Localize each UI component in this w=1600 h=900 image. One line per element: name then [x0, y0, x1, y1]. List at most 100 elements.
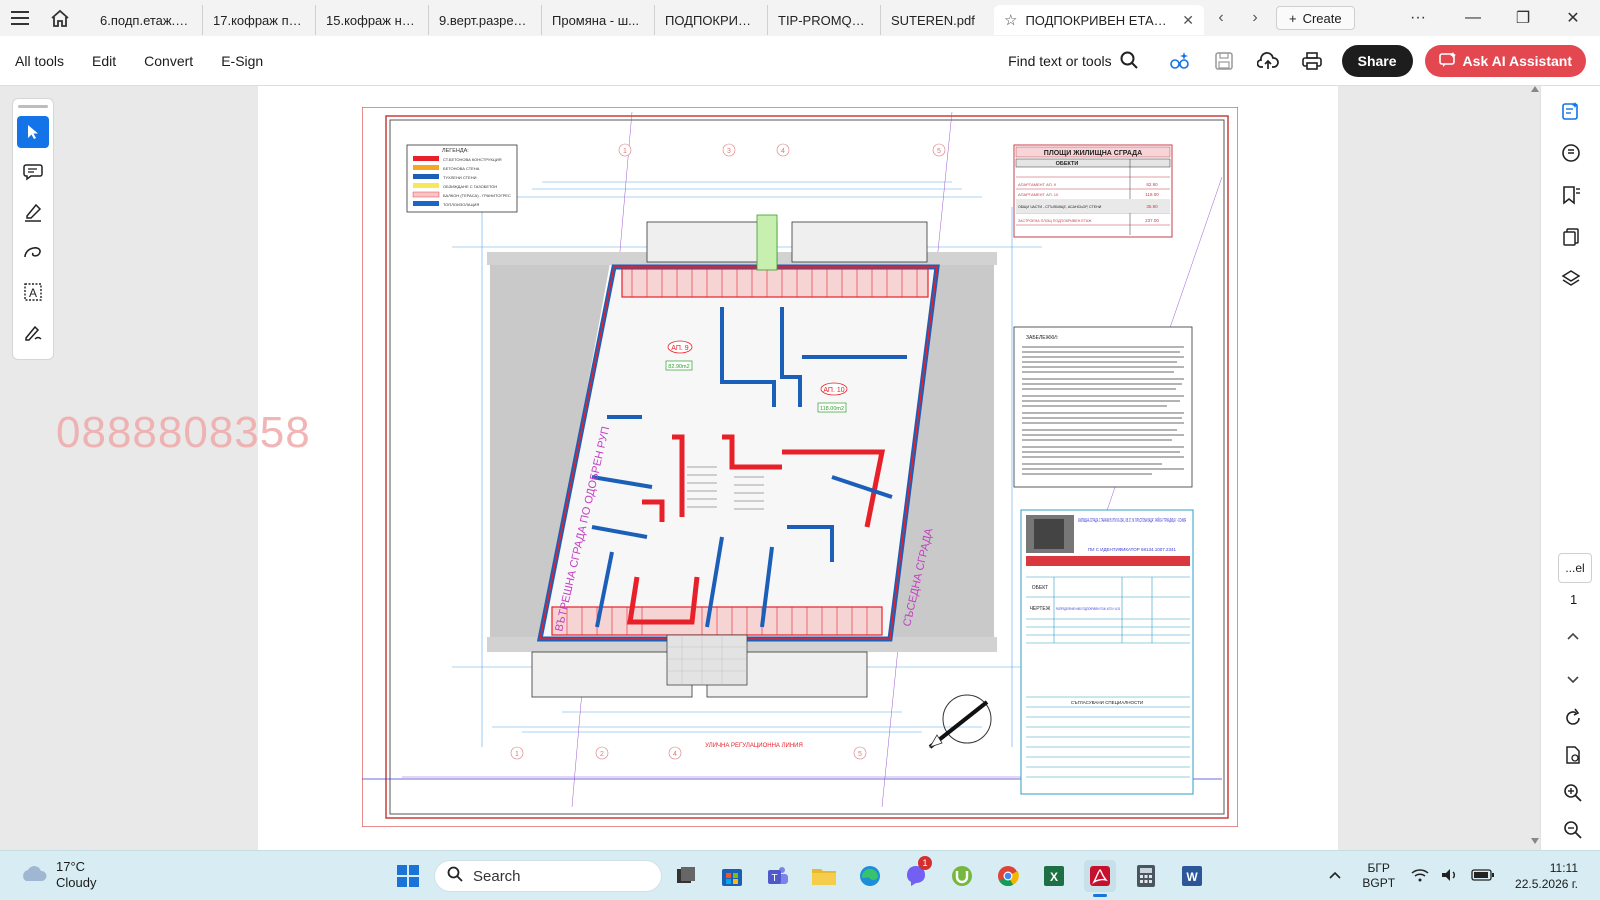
legend-item: БАЛКОН (ТЕРАСА) - ГРАНИТОГРЕС — [443, 193, 511, 198]
document-tab[interactable]: 9.верт.разрез ... — [429, 5, 542, 35]
page-settings-icon[interactable] — [1563, 745, 1583, 770]
ai-sparkle-icon[interactable] — [1158, 51, 1202, 71]
system-clock[interactable]: 11:11 22.5.2026 г. — [1515, 860, 1578, 892]
menu-all-tools[interactable]: All tools — [1, 53, 78, 69]
clock-date: 22.5.2026 г. — [1515, 877, 1578, 891]
document-tab[interactable]: Промяна - ш... — [542, 5, 655, 35]
find-tools-button[interactable]: Find text or tools — [1008, 51, 1138, 72]
text-box-tool-icon[interactable]: A — [17, 276, 49, 308]
teams-icon[interactable]: T — [762, 860, 794, 892]
vertical-scrollbar[interactable] — [1530, 86, 1540, 850]
previous-page-icon[interactable] — [1566, 628, 1580, 646]
document-tab[interactable]: SUTEREN.pdf — [881, 5, 994, 35]
file-explorer-icon[interactable] — [808, 860, 840, 892]
wifi-icon[interactable] — [1411, 868, 1429, 885]
upload-cloud-icon[interactable] — [1246, 52, 1290, 70]
menu-icon[interactable] — [0, 0, 40, 36]
ask-ai-assistant-button[interactable]: Ask AI Assistant — [1424, 45, 1586, 77]
legend-box: ЛЕГЕНДА: СТ.БЕТОНОВА КОНСТРУКЦИЯ БЕТОНОВ… — [406, 144, 518, 213]
draw-tool-icon[interactable] — [17, 236, 49, 268]
create-label: Create — [1302, 10, 1342, 26]
close-window-icon[interactable]: ✕ — [1548, 0, 1598, 36]
battery-icon[interactable] — [1471, 868, 1495, 884]
acrobat-icon[interactable] — [1084, 860, 1116, 897]
menu-edit[interactable]: Edit — [78, 53, 130, 69]
panel-grip[interactable] — [18, 105, 48, 108]
document-tab[interactable]: 6.подп.етаж.р... — [90, 5, 203, 35]
zoom-in-icon[interactable] — [1563, 783, 1583, 808]
chrome-icon[interactable] — [992, 860, 1024, 892]
system-tray: БГР BGPT 11:11 22.5.2026 г. — [1328, 851, 1600, 900]
floor-plan-drawing: АП. 9 82.90m2 АП. 10 118.00m2 ВЪТРЕШНА С… — [361, 106, 1239, 828]
star-icon[interactable]: ☆ — [1004, 11, 1017, 29]
edge-browser-icon[interactable] — [854, 860, 886, 892]
tab-scroll-right-icon[interactable]: › — [1238, 9, 1272, 27]
weather-description: Cloudy — [56, 875, 97, 890]
svg-text:W: W — [1186, 870, 1198, 884]
area-row-value: 118.00 — [1145, 192, 1159, 197]
menu-convert[interactable]: Convert — [130, 53, 207, 69]
area-row-label: АПАРТАМЕНТ АП. 9 — [1018, 182, 1057, 187]
tab-scroll-left-icon[interactable]: ‹ — [1204, 9, 1238, 27]
tab-label: SUTEREN.pdf — [891, 12, 975, 28]
windows-taskbar: 17°C Cloudy Search T 1 X W БГР BGPT 11:1… — [0, 850, 1600, 900]
cloud-icon — [18, 863, 48, 887]
maximize-icon[interactable]: ❐ — [1498, 0, 1548, 36]
notes-box: ЗАБЕЛЕЖКИ: — [1013, 326, 1193, 488]
task-view-icon[interactable] — [670, 860, 702, 892]
menu-esign[interactable]: E-Sign — [207, 53, 277, 69]
legend-swatch — [413, 165, 439, 170]
volume-icon[interactable] — [1441, 868, 1459, 885]
legend-swatch — [413, 201, 439, 206]
language-indicator[interactable]: БГР BGPT — [1362, 861, 1395, 891]
home-icon[interactable] — [40, 0, 80, 36]
bookmarks-icon[interactable] — [1541, 174, 1600, 216]
sign-tool-icon[interactable] — [17, 316, 49, 348]
active-document-tab[interactable]: ☆ ПОДПОКРИВЕН ЕТАЖ -... ✕ — [994, 5, 1204, 35]
comments-panel-icon[interactable] — [1541, 132, 1600, 174]
area-row-label: ЗАСТРОЕНА ПЛОЩ ПОДПОКРИВЕН ЕТАЖ — [1018, 219, 1092, 223]
next-page-icon[interactable] — [1566, 672, 1580, 690]
document-tab[interactable]: ПОДПОКРИВ... — [655, 5, 768, 35]
page-number-input[interactable]: ...el — [1558, 553, 1592, 583]
refresh-icon[interactable] — [1563, 708, 1583, 733]
clock-time: 11:11 — [1549, 861, 1578, 875]
title-block-heading: ЖИЛИЩНА СГРАДА С ГАРАЖИ В УПИ III-2341, … — [1078, 516, 1186, 524]
minimize-icon[interactable]: — — [1448, 0, 1498, 36]
areas-table-header: ОБЕКТИ — [1056, 161, 1079, 167]
more-options-icon[interactable]: ··· — [1393, 0, 1443, 36]
calculator-icon[interactable] — [1130, 860, 1162, 892]
legend-swatch — [413, 156, 439, 161]
utorrent-icon[interactable] — [946, 860, 978, 892]
windows-start-icon[interactable] — [392, 860, 424, 892]
create-button[interactable]: + Create — [1276, 6, 1355, 30]
svg-text:X: X — [1050, 870, 1058, 884]
close-tab-icon[interactable]: ✕ — [1182, 12, 1194, 29]
document-tab[interactable]: 15.кофраж на... — [316, 5, 429, 35]
save-icon[interactable] — [1202, 52, 1246, 70]
share-button[interactable]: Share — [1341, 45, 1413, 77]
zoom-out-icon[interactable] — [1563, 820, 1583, 845]
legend-item: ОБЗИЖДАНЕ С ГАЗОБЕТОН — [443, 184, 497, 189]
select-tool-icon[interactable] — [17, 116, 49, 148]
layers-icon[interactable] — [1541, 258, 1600, 300]
grid-marker: 5 — [858, 751, 862, 758]
microsoft-store-icon[interactable] — [716, 860, 748, 892]
weather-widget[interactable]: 17°C Cloudy — [18, 859, 96, 891]
document-tab[interactable]: TIP-PROMQN... — [768, 5, 881, 35]
excel-icon[interactable]: X — [1038, 860, 1070, 892]
highlight-tool-icon[interactable] — [17, 196, 49, 228]
edit-pdf-icon[interactable] — [1541, 90, 1600, 132]
tab-label: 9.верт.разрез ... — [439, 12, 531, 28]
word-icon[interactable]: W — [1176, 860, 1208, 892]
comment-tool-icon[interactable] — [17, 156, 49, 188]
document-tab[interactable]: 17.кофраж по... — [203, 5, 316, 35]
print-icon[interactable] — [1290, 52, 1334, 70]
regulation-line-label: УЛИЧНА РЕГУЛАЦИОННА ЛИНИЯ — [705, 743, 803, 749]
pages-thumbnails-icon[interactable] — [1541, 216, 1600, 258]
svg-text:T: T — [771, 873, 777, 884]
viber-icon[interactable]: 1 — [900, 856, 932, 892]
tab-label: ПОДПОКРИВ... — [665, 12, 757, 28]
taskbar-search-box[interactable]: Search — [434, 860, 662, 892]
show-hidden-icons-icon[interactable] — [1328, 869, 1342, 883]
